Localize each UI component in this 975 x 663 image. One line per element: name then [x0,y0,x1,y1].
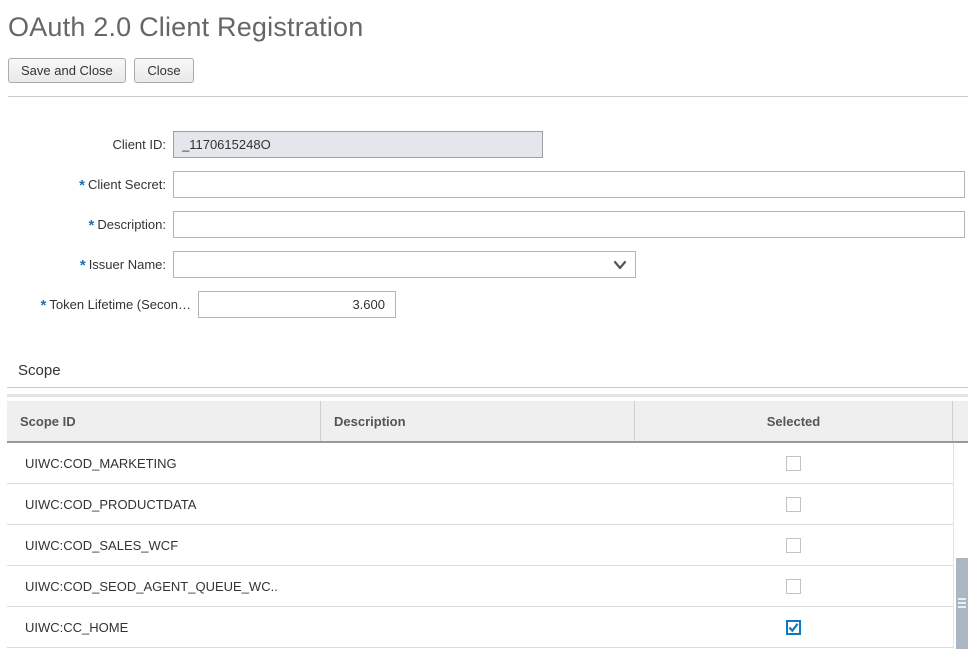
selected-cell [634,579,952,594]
scope-table-body: UIWC:COD_MARKETING UIWC:COD_PRODUCTDATA … [7,443,968,648]
page-title: OAuth 2.0 Client Registration [8,12,975,42]
column-header-scrollbar-spacer [952,401,968,441]
toolbar: Save and Close Close [8,58,975,83]
description-label-text: Description: [97,217,166,232]
token-lifetime-label-text: Token Lifetime (Secon… [49,297,191,312]
client-secret-label: *Client Secret: [8,176,166,193]
required-asterisk: * [89,217,95,233]
scope-table-header: Scope ID Description Selected [7,401,968,443]
issuer-name-label: *Issuer Name: [8,256,166,273]
description-label: *Description: [8,216,166,233]
scope-divider [7,387,968,388]
column-header-description: Description [320,401,634,441]
table-row[interactable]: UIWC:COD_SEOD_AGENT_QUEUE_WC.. [7,566,953,607]
scope-id-cell: UIWC:COD_PRODUCTDATA [7,497,634,512]
client-id-label-text: Client ID: [113,137,166,152]
scope-table: Scope ID Description Selected UIWC:COD_M… [7,394,968,648]
client-secret-row: *Client Secret: [8,171,975,198]
issuer-name-row: *Issuer Name: [8,251,975,278]
selected-cell [634,456,952,471]
client-secret-field[interactable] [173,171,965,198]
scope-checkbox[interactable] [786,579,801,594]
selected-cell [634,497,952,512]
scrollbar-thumb[interactable] [956,558,968,649]
scope-checkbox[interactable] [786,497,801,512]
scope-checkbox[interactable] [786,456,801,471]
client-id-field[interactable] [173,131,543,158]
chevron-down-icon [613,259,627,271]
issuer-name-label-text: Issuer Name: [89,257,166,272]
client-id-label: Client ID: [8,137,166,152]
scope-id-cell: UIWC:COD_MARKETING [7,456,634,471]
description-field[interactable] [173,211,965,238]
token-lifetime-row: *Token Lifetime (Secon… [8,291,975,318]
table-top-strip [7,394,968,397]
table-row[interactable]: UIWC:COD_MARKETING [7,443,953,484]
token-lifetime-label: *Token Lifetime (Secon… [8,296,191,313]
table-row[interactable]: UIWC:CC_HOME [7,607,953,648]
save-and-close-button[interactable]: Save and Close [8,58,126,83]
selected-cell [634,620,952,635]
oauth-client-registration-page: OAuth 2.0 Client Registration Save and C… [0,12,975,648]
table-row[interactable]: UIWC:COD_PRODUCTDATA [7,484,953,525]
issuer-name-select[interactable] [173,251,636,278]
required-asterisk: * [80,257,86,273]
token-lifetime-field[interactable] [198,291,396,318]
scope-id-cell: UIWC:COD_SALES_WCF [7,538,634,553]
required-asterisk: * [41,297,47,313]
client-registration-form: Client ID: *Client Secret: *Description:… [8,131,975,318]
selected-cell [634,538,952,553]
description-row: *Description: [8,211,975,238]
column-header-selected: Selected [634,401,952,441]
column-header-scope-id: Scope ID [7,401,320,441]
required-asterisk: * [79,177,85,193]
scope-id-cell: UIWC:CC_HOME [7,620,634,635]
table-row[interactable]: UIWC:COD_SALES_WCF [7,525,953,566]
scope-checkbox[interactable] [786,538,801,553]
close-button[interactable]: Close [134,58,193,83]
scope-checkbox[interactable] [786,620,801,635]
client-id-row: Client ID: [8,131,975,158]
toolbar-divider [8,96,968,97]
table-vertical-scrollbar[interactable] [953,443,968,649]
scope-section-heading: Scope [18,362,975,379]
checkmark-icon [788,622,799,633]
scrollbar-grip-icon [958,598,966,610]
scope-id-cell: UIWC:COD_SEOD_AGENT_QUEUE_WC.. [7,579,634,594]
client-secret-label-text: Client Secret: [88,177,166,192]
